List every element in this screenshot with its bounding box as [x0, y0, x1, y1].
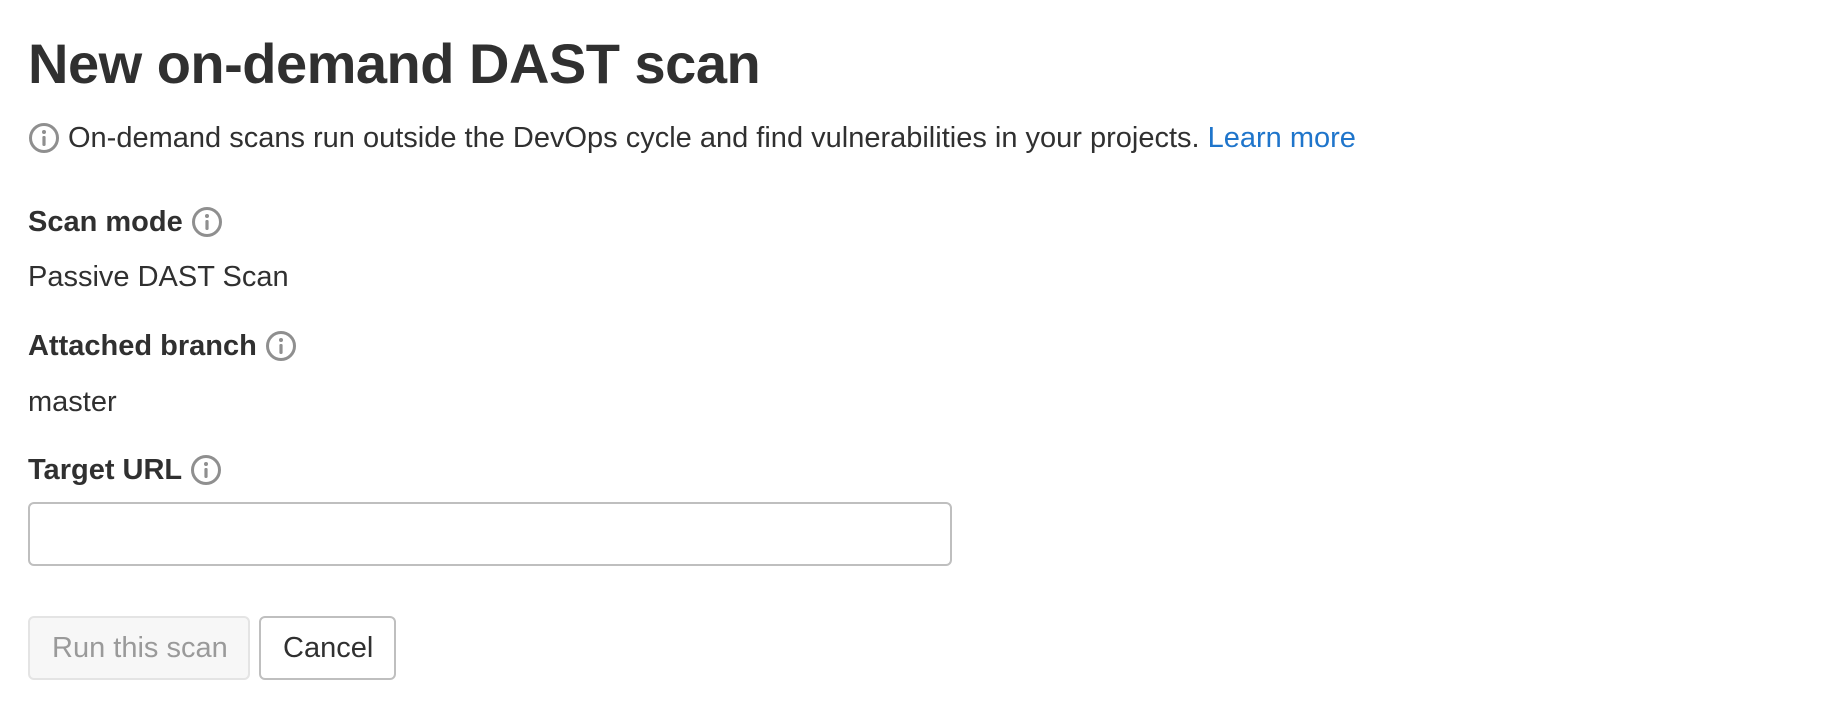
- run-scan-button[interactable]: Run this scan: [28, 616, 250, 680]
- target-url-input[interactable]: [28, 502, 952, 566]
- attached-branch-label-text: Attached branch: [28, 330, 257, 362]
- learn-more-link[interactable]: Learn more: [1208, 118, 1356, 158]
- page-description: On-demand scans run outside the DevOps c…: [28, 118, 1356, 158]
- info-icon[interactable]: [191, 206, 223, 238]
- target-url-label-text: Target URL: [28, 454, 183, 486]
- page-title: New on-demand DAST scan: [28, 32, 761, 95]
- info-icon[interactable]: [265, 330, 297, 362]
- scan-mode-label-text: Scan mode: [28, 206, 183, 238]
- scan-mode-value: Passive DAST Scan: [28, 261, 289, 293]
- cancel-button[interactable]: Cancel: [259, 616, 396, 680]
- target-url-label: Target URL: [28, 450, 222, 490]
- info-icon: [28, 122, 60, 154]
- info-icon[interactable]: [190, 454, 222, 486]
- attached-branch-value: master: [28, 386, 117, 418]
- scan-mode-label: Scan mode: [28, 202, 223, 242]
- attached-branch-label: Attached branch: [28, 326, 297, 366]
- description-text: On-demand scans run outside the DevOps c…: [68, 122, 1200, 154]
